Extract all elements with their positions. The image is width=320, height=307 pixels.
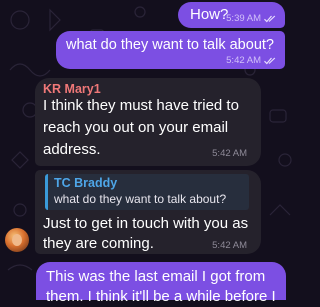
message-text-line: address. (43, 141, 101, 158)
message-text-line: Just to get in touch with you as (43, 215, 249, 232)
double-check-icon (264, 15, 276, 22)
quoted-text: what do they want to talk about? (54, 192, 227, 206)
incoming-message-bubble[interactable]: KR Mary1 I think they must have tried to… (35, 78, 261, 166)
message-text-line: I think they must have tried to (43, 97, 239, 114)
outgoing-message-bubble[interactable]: what do they want to talk about? 5:42 AM (56, 31, 285, 69)
message-meta: 5:42 AM (226, 55, 277, 66)
incoming-message-bubble[interactable]: TC Braddy what do they want to talk abou… (35, 170, 261, 254)
message-text-line: they are coming. (43, 235, 154, 252)
outgoing-message-bubble[interactable]: This was the last email I got from them.… (36, 262, 286, 305)
quoted-sender: TC Braddy (54, 176, 118, 190)
message-meta: 5:39 AM (226, 13, 277, 24)
double-check-icon (264, 57, 276, 64)
message-text-line: them. I think it'll be a while before I (46, 288, 276, 305)
avatar-face (12, 234, 22, 246)
message-time: 5:42 AM (226, 55, 261, 66)
user-avatar[interactable] (5, 228, 29, 252)
message-time: 5:42 AM (212, 148, 247, 159)
message-time: 5:39 AM (226, 13, 261, 24)
outgoing-message-bubble[interactable]: How? 5:39 AM (178, 2, 285, 28)
message-text-line: reach you out on your email (43, 119, 229, 136)
message-text-line: This was the last email I got from (46, 268, 266, 285)
message-time: 5:42 AM (212, 240, 247, 251)
message-text: How? (190, 6, 229, 23)
message-text: what do they want to talk about? (66, 37, 274, 53)
reply-quote[interactable]: TC Braddy what do they want to talk abou… (45, 174, 249, 210)
